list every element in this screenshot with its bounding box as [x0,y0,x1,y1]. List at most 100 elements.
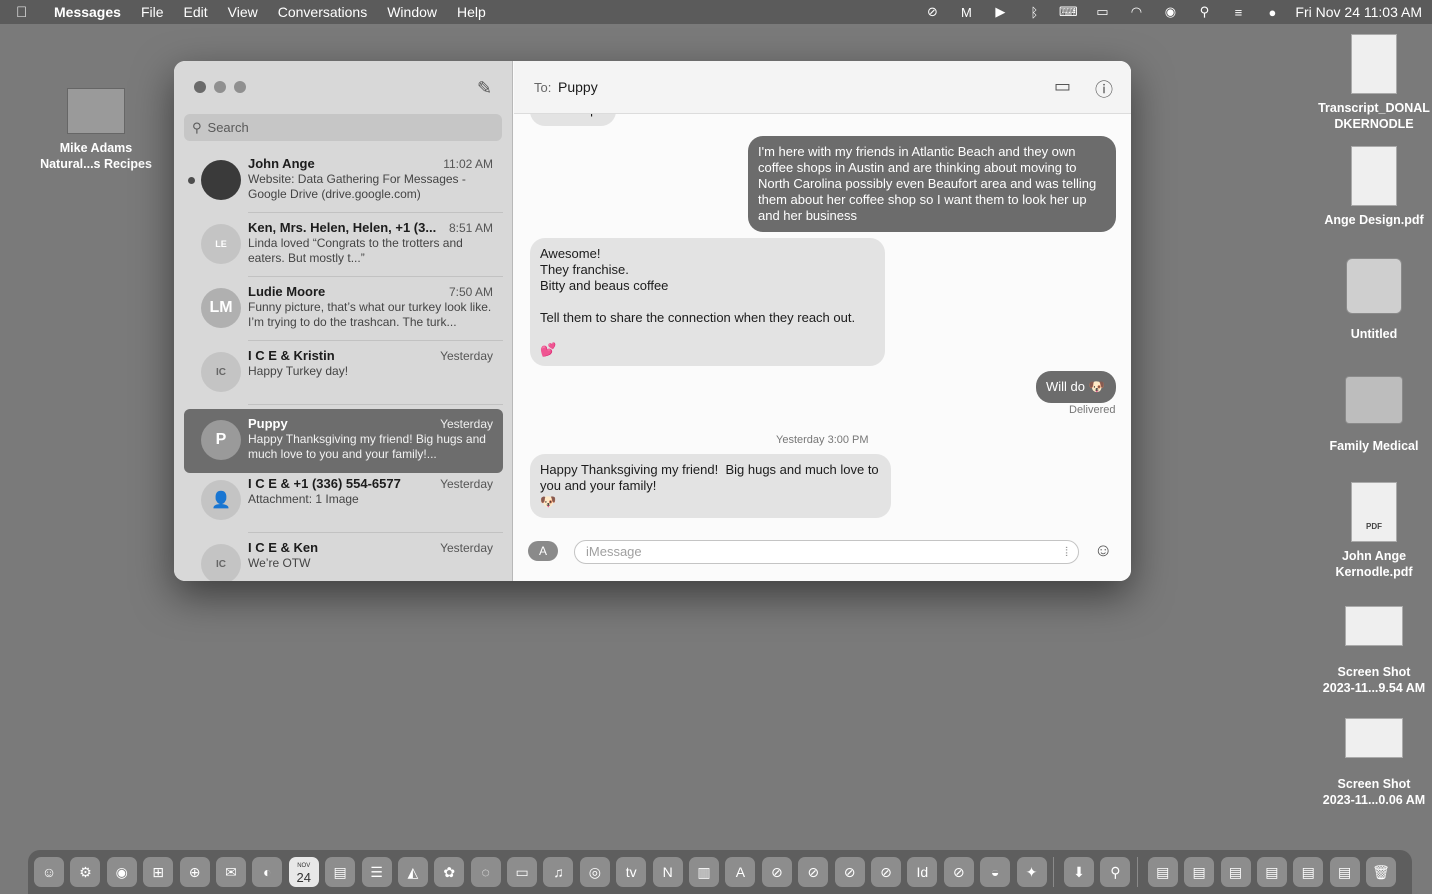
message-input[interactable]: iMessage ⦙ [574,540,1079,564]
conversation-item[interactable]: John Ange 11:02 AM Website: Data Gatheri… [184,149,503,213]
messages-icon[interactable]: ◌ [470,857,501,887]
conversation-name: Puppy [248,416,288,431]
conversation-item[interactable]: LE Ken, Mrs. Helen, Helen, +1 (3... 8:51… [184,213,503,277]
apple-icon[interactable]:  [16,4,38,21]
maps-icon[interactable]: ◭ [397,857,428,887]
message-bubble-incoming[interactable]: Awesome! They franchise. Bitty and beaus… [530,238,885,366]
ppn-icon[interactable]: ✦ [1016,857,1047,887]
books-icon[interactable]: ▥ [689,857,720,887]
desktop-item-label: Transcript_DONAL DKERNODLE [1318,101,1430,131]
desktop-item-screenshot-2[interactable]: Screen Shot 2023-11...0.06 AM [1316,718,1432,808]
minimize-button[interactable] [214,81,226,93]
document-thumbnail-icon[interactable]: ▤ [1256,857,1287,887]
desktop-item-recipes[interactable]: Mike Adams Natural...s Recipes [38,88,154,172]
conversation-item[interactable]: 👤 I C E & +1 (336) 554-6577 Yesterday At… [184,469,503,533]
compose-icon[interactable]: ✎ [477,78,492,99]
app-store-icon[interactable]: A [725,857,756,887]
message-bubble-outgoing[interactable]: Will do 🐶 [1036,371,1116,403]
blocked-app-icon[interactable]: ⊘ [943,857,974,887]
spotlight-icon[interactable]: ⚲ [1100,857,1131,887]
document-thumbnail-icon[interactable]: ▤ [1184,857,1215,887]
desktop-item-transcript[interactable]: Transcript_DONAL DKERNODLE [1316,34,1432,132]
conversation-item-selected[interactable]: P Puppy Yesterday Happy Thanksgiving my … [184,409,503,473]
conversation-item[interactable]: IC I C E & Ken Yesterday We’re OTW [184,533,503,581]
blocked-app-icon[interactable]: ⊘ [834,857,865,887]
document-thumbnail-icon[interactable]: ▤ [1293,857,1324,887]
blocked-app-icon[interactable]: ⊘ [761,857,792,887]
safari-icon[interactable]: ⊕ [179,857,210,887]
system-settings-icon[interactable]: ⚙ [70,857,101,887]
facetime-icon[interactable]: ▭ [507,857,538,887]
wifi-icon[interactable]: ◠ [1119,4,1153,20]
control-center-icon[interactable]: ≡ [1221,5,1255,20]
play-icon[interactable]: ▶ [983,4,1017,20]
mail-icon[interactable]: ✉ [215,857,246,887]
calendar-icon[interactable]: NOV 24 [288,857,319,887]
tv-icon[interactable]: tv [616,857,647,887]
conversation-item[interactable]: LM Ludie Moore 7:50 AM Funny picture, th… [184,277,503,341]
desktop-item-label: John Ange Kernodle.pdf [1335,549,1413,579]
podcasts-icon[interactable]: ◎ [579,857,610,887]
message-bubble-outgoing[interactable]: I'm here with my friends in Atlantic Bea… [748,136,1116,232]
siri-icon[interactable]: ● [1255,5,1289,20]
emoji-icon[interactable]: ☺ [1094,540,1112,561]
message-bubble-incoming[interactable]: Happy Thanksgiving my friend! Big hugs a… [530,454,891,518]
recipient-name[interactable]: Puppy [558,79,598,95]
downloads-stack-icon[interactable]: ⬇ [1063,857,1094,887]
news-icon[interactable]: N [652,857,683,887]
menu-edit[interactable]: Edit [184,4,208,20]
menu-window[interactable]: Window [387,4,437,20]
search-field[interactable]: ⚲ Search [184,114,502,141]
malwarebytes-icon[interactable]: M [949,5,983,20]
search-icon[interactable]: ⚲ [1187,4,1221,20]
zoom-button[interactable] [234,81,246,93]
close-button[interactable] [194,81,206,93]
message-bubble-incoming[interactable]: What's up? [530,114,616,126]
menu-bar:  Messages File Edit View Conversations … [0,0,1432,24]
menu-view[interactable]: View [228,4,258,20]
delivered-status: Delivered [1069,404,1116,416]
audio-waveform-icon[interactable]: ⦙ [1065,541,1068,563]
finder-icon[interactable]: ☺ [34,857,64,887]
conversation-preview: Happy Turkey day! [248,364,349,378]
notes-icon[interactable]: ▤ [325,857,356,887]
messages-window: ✎ ⚲ Search John Ange 11:02 AM Website: D… [174,61,1131,581]
battery-icon[interactable]: ▭ [1085,4,1119,20]
contacts-icon[interactable]: ◐ [252,857,283,887]
blocked-app-icon[interactable]: ⊘ [798,857,829,887]
conversation-preview: Attachment: 1 Image [248,492,359,506]
document-thumbnail-icon[interactable]: ▤ [1147,857,1178,887]
blocked-app-icon[interactable]: ⊘ [870,857,901,887]
unread-dot [188,177,195,184]
desktop-item-ange-design[interactable]: Ange Design.pdf [1316,146,1432,228]
vpn-icon[interactable]: ◒ [980,857,1011,887]
user-icon[interactable]: ◉ [1153,4,1187,20]
document-thumbnail-icon[interactable]: ▤ [1220,857,1251,887]
menu-help[interactable]: Help [457,4,486,20]
trash-icon[interactable]: 🗑 [1366,857,1397,887]
desktop-item-screenshot-1[interactable]: Screen Shot 2023-11...9.54 AM [1316,606,1432,696]
video-call-icon[interactable]: ▭ [1054,76,1071,97]
info-icon[interactable]: ⓘ [1095,76,1113,102]
siri-icon[interactable]: ◉ [106,857,137,887]
desktop-item-untitled[interactable]: Untitled [1316,258,1432,342]
music-icon[interactable]: ♫ [543,857,574,887]
menu-clock[interactable]: Fri Nov 24 11:03 AM [1295,4,1422,20]
app-store-icon[interactable]: A [528,541,558,561]
dock-separator [1052,857,1054,887]
reminders-icon[interactable]: ☰ [361,857,392,887]
creative-cloud-icon[interactable]: ⊘ [915,4,949,20]
desktop-item-john-ange-pdf[interactable]: PDF John Ange Kernodle.pdf [1316,482,1432,580]
indesign-icon[interactable]: Id [907,857,938,887]
menu-app-name[interactable]: Messages [54,4,121,20]
menu-conversations[interactable]: Conversations [278,4,368,20]
document-thumbnail-icon[interactable]: ▤ [1329,857,1360,887]
launchpad-icon[interactable]: ⊞ [143,857,174,887]
menu-file[interactable]: File [141,4,164,20]
keyboard-icon[interactable]: ⌨ [1051,4,1085,20]
desktop-item-family-medical[interactable]: Family Medical [1316,376,1432,454]
photos-icon[interactable]: ✿ [434,857,465,887]
conversation-item[interactable]: IC I C E & Kristin Yesterday Happy Turke… [184,341,503,405]
avatar: LM [201,288,241,328]
bluetooth-icon[interactable]: ᛒ [1017,5,1051,20]
